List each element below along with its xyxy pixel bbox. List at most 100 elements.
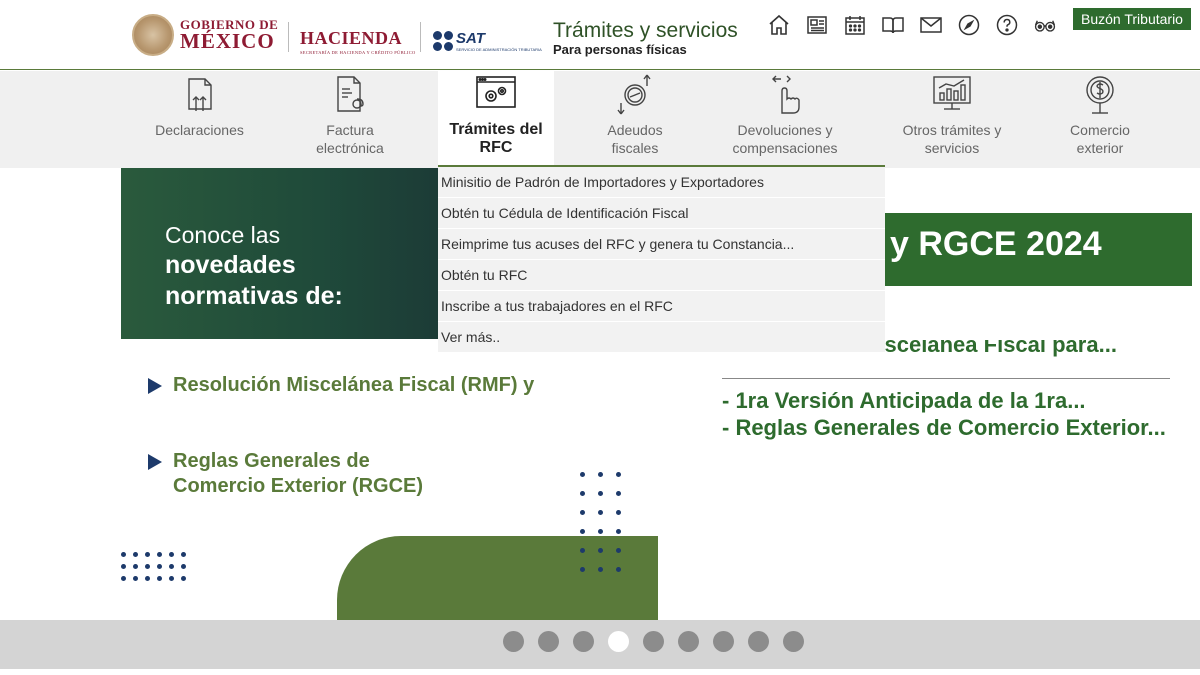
decorative-dot — [121, 576, 126, 581]
rfc-icon — [474, 73, 518, 117]
nav-item-otros-tramites[interactable]: Otros trámites y servicios — [897, 71, 1007, 168]
adeudos-icon — [613, 73, 657, 117]
nav-item-comercio-exterior[interactable]: Comercio exterior — [1055, 71, 1145, 168]
decorative-dot — [145, 552, 150, 557]
decorative-dot — [145, 564, 150, 569]
sat-logo-text: SAT — [456, 30, 485, 47]
carousel-dot[interactable] — [538, 631, 559, 652]
bullet-rgce: Reglas Generales de Comercio Exterior (R… — [148, 449, 423, 499]
decorative-dot — [157, 564, 162, 569]
top-header: GOBIERNO DE MÉXICO HACIENDA SECRETARÍA D… — [0, 0, 1200, 70]
decorative-dot — [121, 564, 126, 569]
page-subtitle: Para personas físicas — [553, 42, 687, 58]
bottom-strip — [0, 669, 1200, 675]
decorative-dot — [169, 576, 174, 581]
hero-heading: novedades normativas de: — [165, 250, 343, 312]
main-nav: Declaraciones Factura electrónica Trámit… — [0, 71, 1200, 168]
news-icon[interactable] — [803, 12, 831, 38]
carousel-dot[interactable] — [643, 631, 664, 652]
mexico-seal-icon — [132, 14, 174, 56]
decorative-dot — [580, 548, 585, 553]
logo-divider — [288, 22, 289, 52]
decorative-dot — [598, 529, 603, 534]
hacienda-logo[interactable]: HACIENDA SECRETARÍA DE HACIENDA Y CRÉDIT… — [300, 28, 416, 55]
decorative-dots — [580, 472, 621, 572]
decorative-dot — [133, 564, 138, 569]
carousel-dot[interactable] — [748, 631, 769, 652]
decorative-dot — [616, 529, 621, 534]
decorative-dot — [157, 552, 162, 557]
hero-box: Conoce las novedades normativas de: — [121, 168, 451, 339]
nav-item-adeudos-fiscales[interactable]: Adeudos fiscales — [592, 71, 678, 168]
decorative-dots — [121, 552, 186, 581]
menu-item-cedula-fiscal[interactable]: Obtén tu Cédula de Identificación Fiscal — [438, 198, 885, 229]
page-title: Trámites y servicios — [553, 19, 738, 42]
help-icon[interactable] — [993, 12, 1021, 38]
nav-label: Factura electrónica — [316, 122, 384, 156]
book-icon[interactable] — [879, 12, 907, 38]
decorative-dot — [616, 548, 621, 553]
decorative-dot — [598, 548, 603, 553]
nav-label: Comercio exterior — [1070, 122, 1130, 156]
menu-item-obten-rfc[interactable]: Obtén tu RFC — [438, 260, 885, 291]
hacienda-logo-subtext: SECRETARÍA DE HACIENDA Y CRÉDITO PÚBLICO — [300, 50, 416, 55]
rfc-dropdown-menu: Minisitio de Padrón de Importadores y Ex… — [438, 165, 885, 353]
decorative-dot — [598, 567, 603, 572]
list-divider — [722, 378, 1170, 379]
carousel-dot[interactable] — [573, 631, 594, 652]
hacienda-logo-text: HACIENDA — [300, 28, 403, 48]
gobierno-de-mexico-logo[interactable]: GOBIERNO DE MÉXICO — [132, 14, 278, 56]
carousel-dot[interactable] — [608, 631, 629, 652]
carousel-dot[interactable] — [713, 631, 734, 652]
carousel-dot[interactable] — [783, 631, 804, 652]
nav-item-tramites-rfc[interactable]: Trámites del RFC — [438, 71, 554, 168]
decorative-dot — [598, 472, 603, 477]
mail-icon[interactable] — [917, 12, 945, 38]
bullet-text: Resolución Miscelánea Fiscal (RMF) y — [173, 374, 535, 396]
decorative-dot — [616, 510, 621, 515]
decorative-dot — [157, 576, 162, 581]
nav-item-factura-electronica[interactable]: Factura electrónica — [300, 71, 400, 168]
calendar-icon[interactable] — [841, 12, 869, 38]
menu-item-ver-mas[interactable]: Ver más.. — [438, 322, 885, 353]
nav-label: Declaraciones — [155, 122, 244, 138]
carousel-dots — [503, 631, 804, 652]
menu-item-inscribe-trabajadores[interactable]: Inscribe a tus trabajadores en el RFC — [438, 291, 885, 322]
gobierno-logo-line2: MÉXICO — [180, 29, 275, 53]
menu-item-reimprime-acuses[interactable]: Reimprime tus acuses del RFC y genera tu… — [438, 229, 885, 260]
nav-item-devoluciones[interactable]: Devoluciones y compensaciones — [720, 71, 850, 168]
compass-icon[interactable] — [955, 12, 983, 38]
hero-heading-line2: normativas de: — [165, 282, 343, 310]
buzon-tributario-button[interactable]: Buzón Tributario — [1073, 8, 1191, 30]
accessibility-icon[interactable] — [1031, 12, 1059, 38]
list-item-reglas-generales[interactable]: - Reglas Generales de Comercio Exterior.… — [722, 415, 1166, 441]
decorative-dot — [616, 472, 621, 477]
nav-item-declaraciones[interactable]: Declaraciones — [152, 71, 247, 168]
carousel-dot[interactable] — [503, 631, 524, 652]
declaraciones-icon — [178, 73, 222, 117]
decorative-dot — [580, 567, 585, 572]
comercio-exterior-icon — [1078, 73, 1122, 117]
home-icon[interactable] — [765, 12, 793, 38]
bullet-rmf: Resolución Miscelánea Fiscal (RMF) y — [148, 373, 534, 398]
decorative-dot — [145, 576, 150, 581]
otros-tramites-icon — [930, 73, 974, 117]
decorative-dot — [181, 564, 186, 569]
site-title: Trámites y servicios Para personas físic… — [553, 19, 738, 58]
bullet-text-line1: Reglas Generales de — [173, 450, 370, 472]
list-item-version-anticipada[interactable]: - 1ra Versión Anticipada de la 1ra... — [722, 388, 1086, 414]
factura-icon — [328, 73, 372, 117]
carousel-dot[interactable] — [678, 631, 699, 652]
sat-logo[interactable]: SAT SERVICIO DE ADMINISTRACIÓN TRIBUTARI… — [433, 30, 542, 52]
sat-logo-subtext: SERVICIO DE ADMINISTRACIÓN TRIBUTARIA — [456, 47, 542, 52]
decorative-dot — [121, 552, 126, 557]
menu-item-padron-importadores[interactable]: Minisitio de Padrón de Importadores y Ex… — [438, 167, 885, 198]
decorative-dot — [169, 564, 174, 569]
utility-icons — [765, 12, 1059, 38]
hero-intro: Conoce las — [165, 222, 281, 248]
decorative-dot — [181, 576, 186, 581]
decorative-dot — [133, 576, 138, 581]
nav-label: Devoluciones y compensaciones — [732, 122, 838, 156]
decorative-dot — [580, 472, 585, 477]
decorative-dot — [169, 552, 174, 557]
